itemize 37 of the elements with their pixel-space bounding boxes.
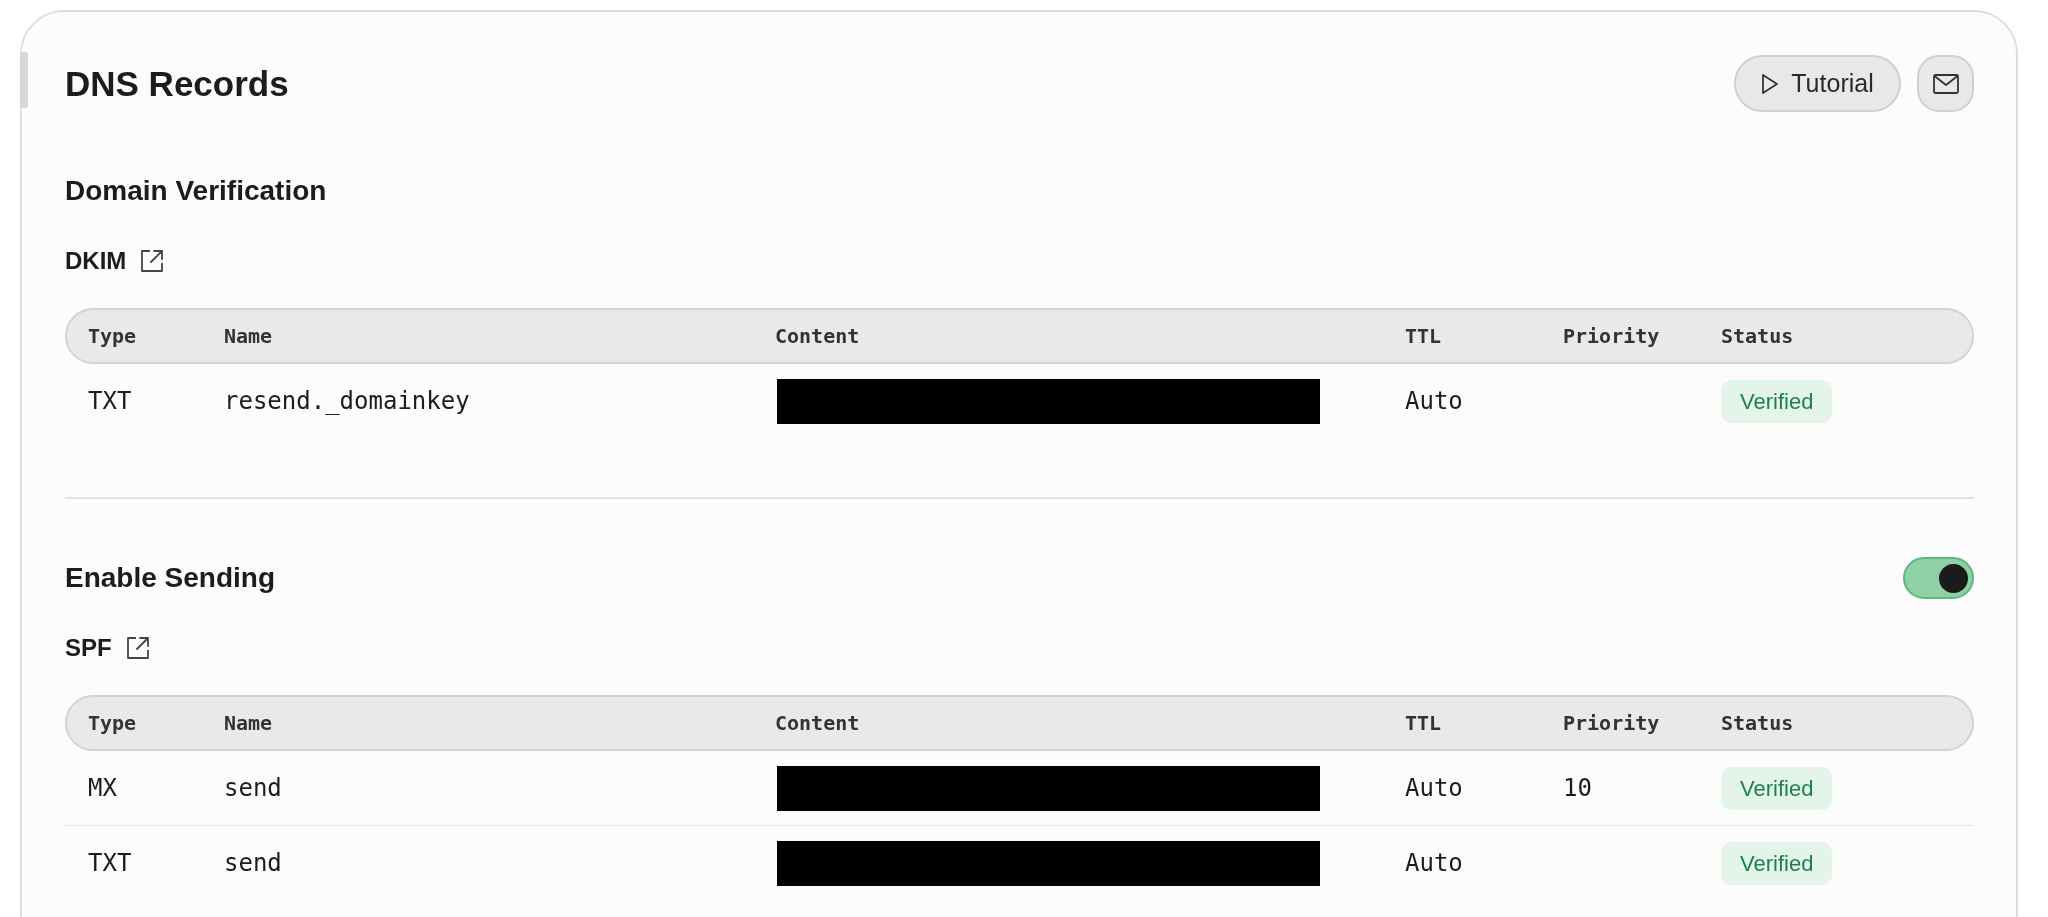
priority-value: 10 bbox=[1563, 774, 1592, 802]
external-link-icon[interactable] bbox=[140, 249, 165, 273]
record-type: TXT bbox=[88, 387, 133, 415]
ttl-value: Auto bbox=[1405, 387, 1464, 415]
status-badge: Verified bbox=[1721, 766, 1833, 810]
column-header: TTL bbox=[1405, 711, 1443, 735]
column-header: Status bbox=[1721, 324, 1795, 348]
mail-button[interactable] bbox=[1917, 55, 1974, 112]
column-header: TTL bbox=[1405, 324, 1443, 348]
envelope-icon bbox=[1932, 73, 1959, 94]
record-name: send bbox=[224, 774, 283, 802]
record-name: resend._domainkey bbox=[224, 387, 471, 415]
external-link-icon[interactable] bbox=[125, 636, 150, 660]
column-header: Type bbox=[88, 324, 138, 348]
page-title: DNS Records bbox=[65, 63, 289, 104]
toggle-switch[interactable] bbox=[1903, 557, 1974, 599]
column-header: Type bbox=[88, 711, 138, 735]
column-header: Priority bbox=[1563, 711, 1661, 735]
column-header: Content bbox=[775, 324, 861, 348]
record-name: send bbox=[224, 849, 283, 877]
column-header: Content bbox=[775, 711, 861, 735]
column-header: Priority bbox=[1563, 324, 1661, 348]
record-group-title: DKIM bbox=[65, 247, 127, 275]
section-title: Domain Verification bbox=[65, 174, 327, 208]
column-header: Name bbox=[224, 324, 274, 348]
record-type: MX bbox=[88, 774, 118, 802]
ttl-value: Auto bbox=[1405, 849, 1464, 877]
tutorial-button[interactable]: Tutorial bbox=[1734, 55, 1901, 112]
status-badge: Verified bbox=[1721, 379, 1833, 423]
column-header: Status bbox=[1721, 711, 1795, 735]
record-group-title: SPF bbox=[65, 634, 112, 662]
play-icon bbox=[1761, 72, 1780, 95]
record-type: TXT bbox=[88, 849, 133, 877]
column-header: Name bbox=[224, 711, 274, 735]
section-title: Enable Sending bbox=[65, 561, 276, 595]
status-badge: Verified bbox=[1721, 841, 1833, 885]
ttl-value: Auto bbox=[1405, 774, 1464, 802]
